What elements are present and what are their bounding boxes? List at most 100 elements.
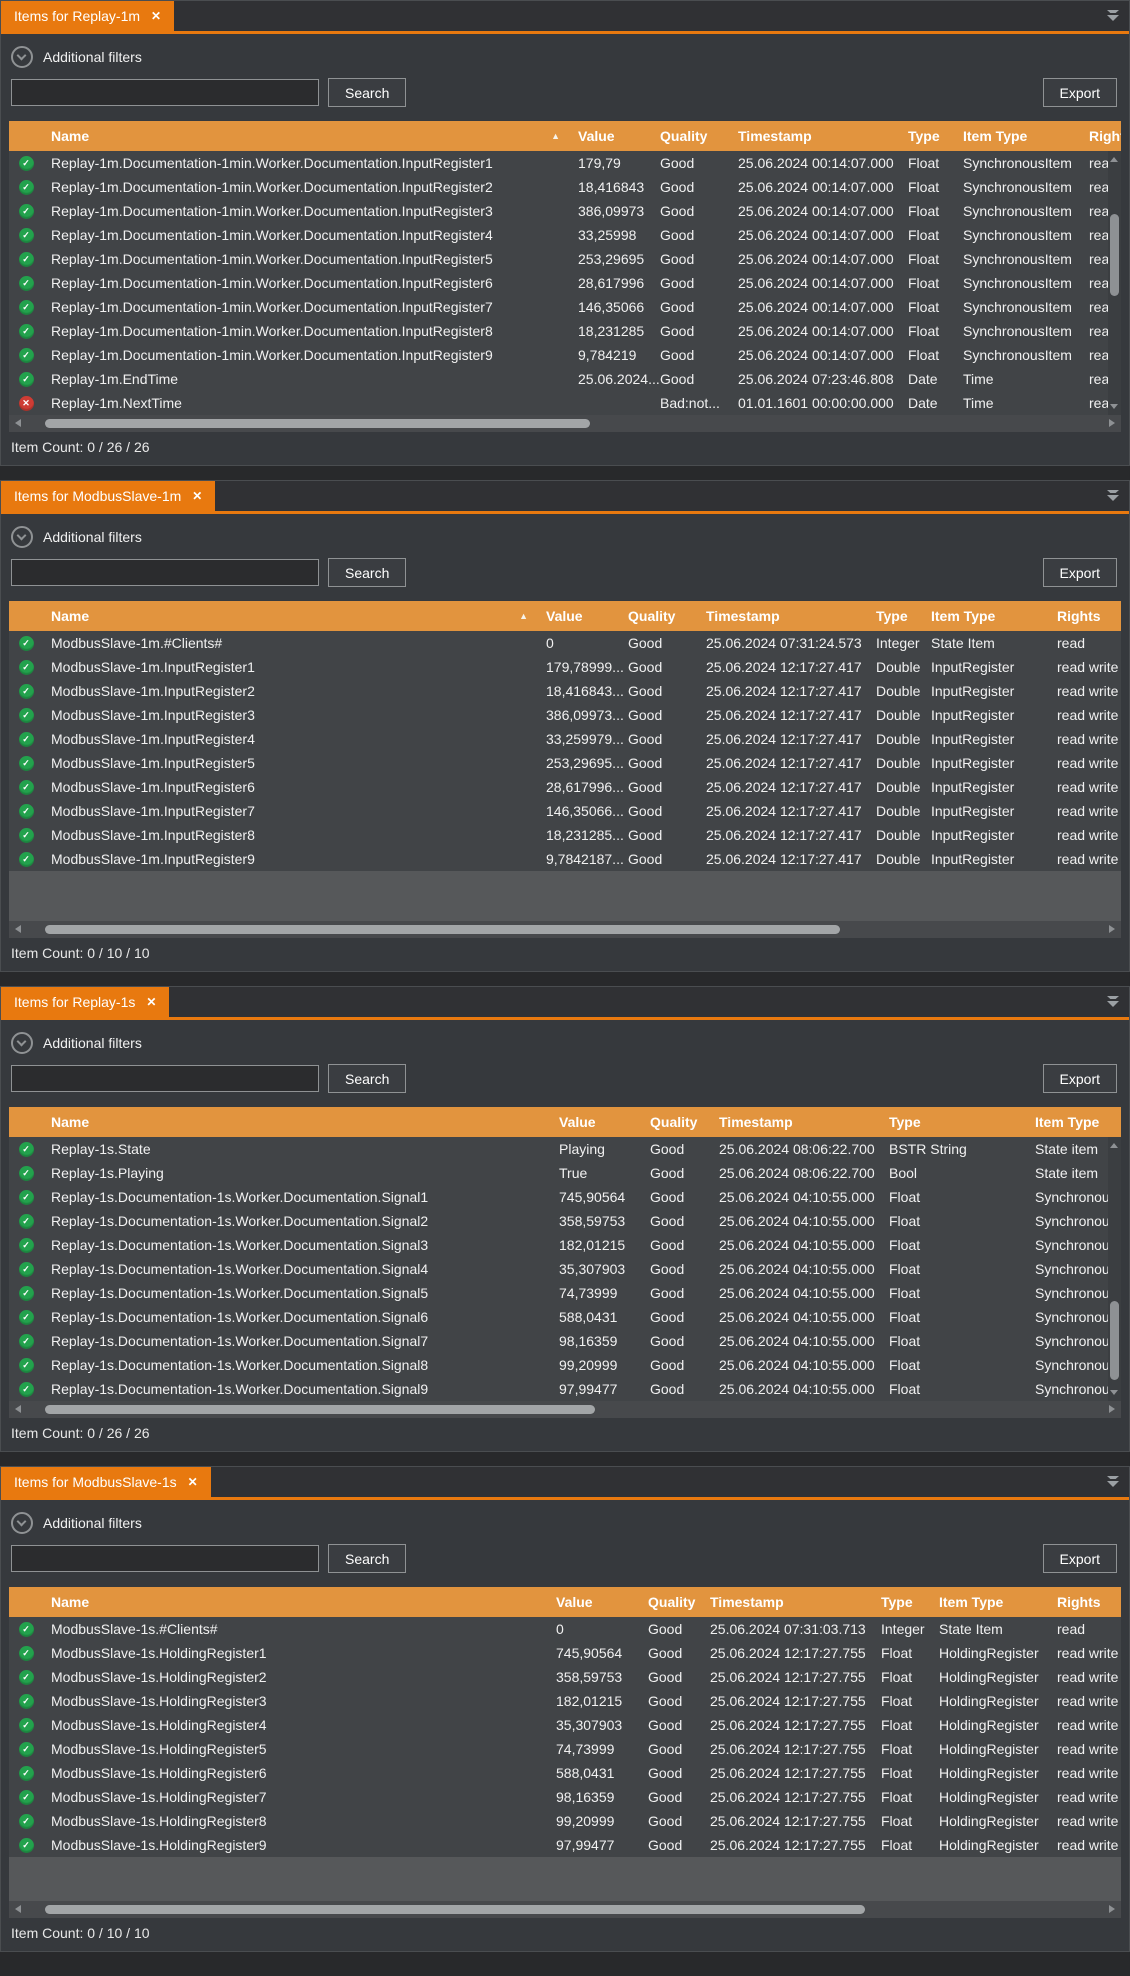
filter-input[interactable] <box>11 559 319 586</box>
column-header-type[interactable]: Type <box>881 1587 939 1617</box>
scroll-left-icon[interactable] <box>15 925 21 933</box>
tab-close-icon[interactable]: ✕ <box>188 1476 198 1488</box>
scroll-up-icon[interactable] <box>1110 157 1118 162</box>
search-button[interactable]: Search <box>328 1544 406 1573</box>
export-button[interactable]: Export <box>1043 1544 1117 1573</box>
filter-input[interactable] <box>11 1545 319 1572</box>
table-row[interactable]: ✓Replay-1s.StatePlayingGood25.06.2024 08… <box>9 1137 1121 1161</box>
column-header-timestamp[interactable]: Timestamp <box>706 601 876 631</box>
column-header-name[interactable]: Name <box>43 1587 556 1617</box>
horizontal-scrollbar-thumb[interactable] <box>45 1405 595 1414</box>
column-header-rights[interactable]: Rights <box>1089 121 1121 151</box>
vertical-scrollbar-thumb[interactable] <box>1110 214 1119 296</box>
scroll-right-icon[interactable] <box>1109 1405 1115 1413</box>
scroll-right-icon[interactable] <box>1109 925 1115 933</box>
table-row[interactable]: ✓ModbusSlave-1m.InputRegister3386,09973.… <box>9 703 1121 727</box>
table-row[interactable]: ✓Replay-1s.Documentation-1s.Worker.Docum… <box>9 1353 1121 1377</box>
table-row[interactable]: ✓Replay-1m.Documentation-1min.Worker.Doc… <box>9 199 1121 223</box>
horizontal-scrollbar[interactable] <box>9 415 1121 432</box>
table-row[interactable]: ✓Replay-1s.Documentation-1s.Worker.Docum… <box>9 1185 1121 1209</box>
table-row[interactable]: ✓Replay-1s.Documentation-1s.Worker.Docum… <box>9 1281 1121 1305</box>
table-row[interactable]: ✓ModbusSlave-1s.HoldingRegister574,73999… <box>9 1737 1121 1761</box>
table-row[interactable]: ✓ModbusSlave-1s.HoldingRegister899,20999… <box>9 1809 1121 1833</box>
table-row[interactable]: ✓Replay-1m.Documentation-1min.Worker.Doc… <box>9 343 1121 367</box>
column-header-item_type[interactable]: Item Type <box>963 121 1089 151</box>
tab-close-icon[interactable]: ✕ <box>192 490 202 502</box>
horizontal-scrollbar-thumb[interactable] <box>45 925 840 934</box>
filter-input[interactable] <box>11 79 319 106</box>
table-row[interactable]: ✓ModbusSlave-1m.InputRegister5253,29695.… <box>9 751 1121 775</box>
table-row[interactable]: ✓ModbusSlave-1s.HoldingRegister2358,5975… <box>9 1665 1121 1689</box>
column-header-item_type[interactable]: Item Type <box>931 601 1057 631</box>
table-row[interactable]: ✓Replay-1m.Documentation-1min.Worker.Doc… <box>9 295 1121 319</box>
column-header-type[interactable]: Type <box>889 1107 1035 1137</box>
scroll-down-icon[interactable] <box>1110 1390 1118 1395</box>
table-row[interactable]: ✓ModbusSlave-1m.InputRegister1179,78999.… <box>9 655 1121 679</box>
column-header-quality[interactable]: Quality <box>648 1587 710 1617</box>
vertical-scrollbar[interactable] <box>1108 151 1121 415</box>
scroll-right-icon[interactable] <box>1109 419 1115 427</box>
column-header-name[interactable]: Name▲ <box>43 601 546 631</box>
table-row[interactable]: ✓Replay-1s.Documentation-1s.Worker.Docum… <box>9 1233 1121 1257</box>
column-header-timestamp[interactable]: Timestamp <box>719 1107 889 1137</box>
auto-hide-icon[interactable] <box>1107 1476 1119 1487</box>
column-header-item_type[interactable]: Item Type <box>1035 1107 1121 1137</box>
tab-close-icon[interactable]: ✕ <box>151 10 161 22</box>
horizontal-scrollbar[interactable] <box>9 1401 1121 1418</box>
column-header-name[interactable]: Name▲ <box>43 121 578 151</box>
column-header-value[interactable]: Value <box>559 1107 650 1137</box>
export-button[interactable]: Export <box>1043 1064 1117 1093</box>
column-header-name[interactable]: Name <box>43 1107 559 1137</box>
table-row[interactable]: ✓ModbusSlave-1s.HoldingRegister435,30790… <box>9 1713 1121 1737</box>
tab-items-for-replay-1s[interactable]: Items for Replay-1s ✕ <box>1 987 169 1017</box>
additional-filters-expander[interactable] <box>11 526 33 548</box>
column-header-quality[interactable]: Quality <box>660 121 738 151</box>
search-button[interactable]: Search <box>328 1064 406 1093</box>
scroll-left-icon[interactable] <box>15 1905 21 1913</box>
search-button[interactable]: Search <box>328 558 406 587</box>
column-header-type[interactable]: Type <box>876 601 931 631</box>
vertical-scrollbar[interactable] <box>1108 1137 1121 1401</box>
table-row[interactable]: ✓ModbusSlave-1m.InputRegister99,7842187.… <box>9 847 1121 871</box>
search-button[interactable]: Search <box>328 78 406 107</box>
column-header-value[interactable]: Value <box>578 121 660 151</box>
table-row[interactable]: ✓Replay-1m.Documentation-1min.Worker.Doc… <box>9 247 1121 271</box>
table-row[interactable]: ✓Replay-1s.Documentation-1s.Worker.Docum… <box>9 1329 1121 1353</box>
additional-filters-expander[interactable] <box>11 1032 33 1054</box>
table-row[interactable]: ✓ModbusSlave-1m.#Clients#0Good25.06.2024… <box>9 631 1121 655</box>
table-row[interactable]: ✓ModbusSlave-1s.HoldingRegister1745,9056… <box>9 1641 1121 1665</box>
table-row[interactable]: ✓Replay-1m.Documentation-1min.Worker.Doc… <box>9 319 1121 343</box>
table-row[interactable]: ✓Replay-1s.Documentation-1s.Worker.Docum… <box>9 1377 1121 1401</box>
column-header-value[interactable]: Value <box>556 1587 648 1617</box>
table-row[interactable]: ✓Replay-1m.EndTime25.06.2024...Good25.06… <box>9 367 1121 391</box>
horizontal-scrollbar[interactable] <box>9 1901 1121 1918</box>
column-header-value[interactable]: Value <box>546 601 628 631</box>
table-row[interactable]: ✓ModbusSlave-1m.InputRegister628,617996.… <box>9 775 1121 799</box>
table-row[interactable]: ✓ModbusSlave-1m.InputRegister818,231285.… <box>9 823 1121 847</box>
horizontal-scrollbar[interactable] <box>9 921 1121 938</box>
column-header-rights[interactable]: Rights <box>1057 1587 1121 1617</box>
scroll-up-icon[interactable] <box>1110 1143 1118 1148</box>
table-row[interactable]: ✓ModbusSlave-1s.#Clients#0Good25.06.2024… <box>9 1617 1121 1641</box>
table-row[interactable]: ✓Replay-1m.Documentation-1min.Worker.Doc… <box>9 271 1121 295</box>
column-header-type[interactable]: Type <box>908 121 963 151</box>
vertical-scrollbar-thumb[interactable] <box>1110 1301 1119 1380</box>
horizontal-scrollbar-thumb[interactable] <box>45 1905 865 1914</box>
filter-input[interactable] <box>11 1065 319 1092</box>
table-row[interactable]: ✓Replay-1s.Documentation-1s.Worker.Docum… <box>9 1209 1121 1233</box>
table-row[interactable]: ✓ModbusSlave-1s.HoldingRegister798,16359… <box>9 1785 1121 1809</box>
table-row[interactable]: ✓ModbusSlave-1m.InputRegister7146,35066.… <box>9 799 1121 823</box>
auto-hide-icon[interactable] <box>1107 10 1119 21</box>
table-row[interactable]: ✓Replay-1s.PlayingTrueGood25.06.2024 08:… <box>9 1161 1121 1185</box>
horizontal-scrollbar-thumb[interactable] <box>45 419 590 428</box>
table-row[interactable]: ✓Replay-1m.Documentation-1min.Worker.Doc… <box>9 175 1121 199</box>
table-row[interactable]: ✓Replay-1s.Documentation-1s.Worker.Docum… <box>9 1257 1121 1281</box>
column-header-quality[interactable]: Quality <box>650 1107 719 1137</box>
table-row[interactable]: ✓ModbusSlave-1s.HoldingRegister3182,0121… <box>9 1689 1121 1713</box>
scroll-down-icon[interactable] <box>1110 404 1118 409</box>
table-row[interactable]: ✓ModbusSlave-1m.InputRegister218,416843.… <box>9 679 1121 703</box>
tab-close-icon[interactable]: ✕ <box>146 996 156 1008</box>
table-row[interactable]: ✕Replay-1m.NextTimeBad:not...01.01.1601 … <box>9 391 1121 415</box>
auto-hide-icon[interactable] <box>1107 490 1119 501</box>
additional-filters-expander[interactable] <box>11 46 33 68</box>
